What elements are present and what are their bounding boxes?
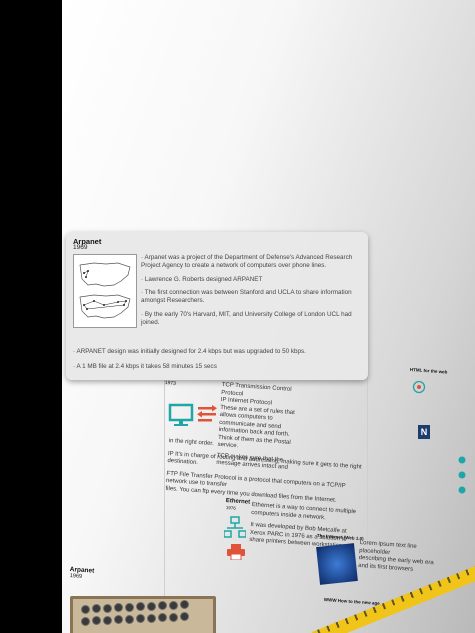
globe-icon <box>458 456 466 494</box>
n-logo-thumbnail: N <box>418 425 430 439</box>
popup-bullet-list: · Arpanet was a project of the Departmen… <box>141 254 363 333</box>
network-hub-icon <box>224 516 246 538</box>
popup-bullet-list-wide: · ARPANET design was initially designed … <box>73 348 363 378</box>
internet-description: Lorem ipsum text line placeholder descri… <box>358 540 434 573</box>
popup-bullet: · Lawrence G. Roberts designed ARPANET <box>141 275 263 283</box>
popup-bullet: · The first connection was between Stanf… <box>141 289 352 305</box>
popup-year: 1969 <box>73 244 88 251</box>
www-title: WWW How to the new age <box>323 597 380 606</box>
printer-icon <box>227 544 245 560</box>
popup-bullet: · By the early 70's Harvard, MIT, and Un… <box>141 310 352 326</box>
arpanet-year: 1969 <box>69 573 83 580</box>
popup-bullet: · ARPANET design was initially designed … <box>73 348 306 355</box>
exchange-arrows-icon <box>197 405 217 422</box>
popup-bullet: · Arpanet was a project of the Departmen… <box>141 254 353 269</box>
right-section-title: HTML for the web <box>409 367 448 375</box>
tcp-year: 1973 <box>164 380 177 387</box>
popup-bullet: · A 1 MB file at 2.4 kbps it takes 58 mi… <box>73 362 217 370</box>
web-thumbnail <box>316 543 358 585</box>
arpanet-info-popup[interactable]: Arpanet 1969 · Arpanet was a project of … <box>66 232 368 380</box>
arpanet-map-image <box>73 254 137 328</box>
timeline-divider <box>367 370 368 633</box>
ethernet-year: 1976 <box>225 505 236 511</box>
browser-icon <box>412 380 426 394</box>
computer-icon <box>168 403 194 426</box>
arpanet-machine-photo <box>70 596 216 633</box>
protocol-order-text: in the right order. IP It's in charge of… <box>165 438 362 504</box>
